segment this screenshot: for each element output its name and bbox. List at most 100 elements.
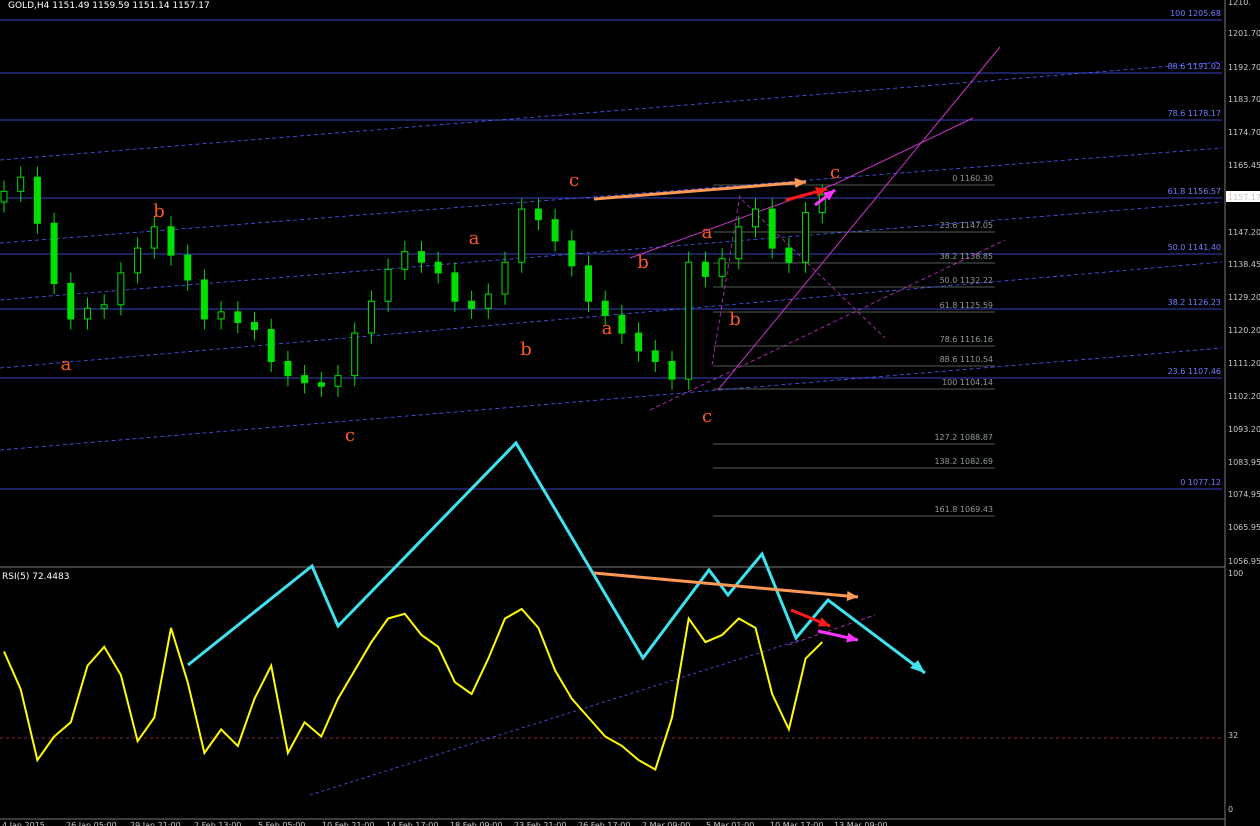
time-tick-label: 5 Mar 01:00 <box>706 821 754 826</box>
chart-area: 100 1205.68 88.6 1191.02 78.6 1178.17 61.8 … <box>0 0 1260 826</box>
candle-body <box>418 251 425 263</box>
symbol-title: GOLD,H4 1151.49 1159.59 1151.14 1157.17 <box>8 1 210 11</box>
candle-body <box>67 283 75 320</box>
candle-body <box>701 261 709 277</box>
price-tick-label: 1093.20 <box>1228 425 1260 434</box>
price-tick-label: 1183.70 <box>1228 95 1260 104</box>
candle-body <box>401 251 409 270</box>
wave-label: c <box>830 162 840 183</box>
rsi-title: RSI(5) 72.4483 <box>2 572 69 582</box>
candle-body <box>351 332 359 377</box>
candle-body <box>284 360 292 377</box>
time-tick-label: 2 Feb 13:00 <box>194 821 241 826</box>
price-tick-label: 1192.70 <box>1228 63 1260 72</box>
chart-background <box>0 0 1260 826</box>
candle-body <box>635 332 643 352</box>
fib-extension-label: 100 1104.14 <box>942 378 993 387</box>
wave-label: c <box>345 425 355 446</box>
fib-extension-label: 161.8 1069.43 <box>934 505 993 514</box>
candle-body <box>568 240 576 267</box>
candle-body <box>601 300 609 316</box>
rsi-tick-label: 32 <box>1228 731 1238 740</box>
candle-body <box>468 300 476 309</box>
candle-body <box>200 279 208 320</box>
candle-body <box>317 382 325 387</box>
price-tick-label: 1102.20 <box>1228 392 1260 401</box>
price-tick-label: 1138.45 <box>1228 260 1260 269</box>
candle-body <box>117 272 125 306</box>
candle-body <box>718 258 726 277</box>
time-tick-label: 18 Feb 09:00 <box>450 821 502 826</box>
price-tick-label: 1201.70 <box>1228 29 1260 38</box>
time-tick-label: 26 Jan 05:00 <box>66 821 117 826</box>
fib-level-label: 23.6 1107.46 <box>1168 367 1221 376</box>
time-tick-label: 5 Feb 05:00 <box>258 821 305 826</box>
fib-level-label: 78.6 1178.17 <box>1168 109 1221 118</box>
price-tick-label: 1083.95 <box>1228 458 1260 467</box>
wave-label: b <box>520 339 532 360</box>
time-tick-label: 13 Mar 09:00 <box>834 821 887 826</box>
time-tick-label: 14 Feb 17:00 <box>386 821 438 826</box>
wave-label: a <box>702 222 713 243</box>
candle-body <box>685 261 693 380</box>
candle-body <box>451 272 459 302</box>
price-tick-label: 1065.95 <box>1228 523 1260 532</box>
candle-body <box>551 219 559 242</box>
fib-level-label: 0 1077.12 <box>1180 478 1221 487</box>
candle-body <box>735 226 743 260</box>
fib-level-label: 88.6 1191.02 <box>1168 62 1221 71</box>
candle-body <box>184 254 192 281</box>
candle-body <box>334 375 342 387</box>
candle-body <box>651 350 659 362</box>
candle-body <box>167 226 175 256</box>
price-tick-label: 1111.20 <box>1228 359 1260 368</box>
time-tick-label: 10 Feb 21:00 <box>322 821 374 826</box>
price-tick-label: 1074.95 <box>1228 490 1260 499</box>
fib-extension-label: 61.8 1125.59 <box>940 301 993 310</box>
candle-body <box>785 247 793 263</box>
candle-body <box>501 261 509 295</box>
rsi-tick-label: 100 <box>1228 569 1243 578</box>
time-tick-label: 2 Mar 09:00 <box>642 821 690 826</box>
candle-body <box>618 314 626 334</box>
time-tick-label: 10 Mar 17:00 <box>770 821 823 826</box>
candle-body <box>484 293 492 309</box>
time-tick-label: 26 Feb 17:00 <box>578 821 630 826</box>
wave-label: a <box>469 228 480 249</box>
wave-label: c <box>702 406 712 427</box>
candle-body <box>752 208 759 228</box>
fib-extension-label: 50.0 1132.22 <box>940 276 993 285</box>
candle-body <box>585 265 592 302</box>
candle-body <box>534 208 542 221</box>
wave-label: b <box>729 309 741 330</box>
fib-extension-label: 38.2 1138.85 <box>940 252 993 261</box>
fib-extension-label: 78.6 1116.16 <box>940 335 993 344</box>
candle-body <box>84 307 91 320</box>
price-tick-label: 1056.95 <box>1228 557 1260 566</box>
fib-level-label: 50.0 1141.40 <box>1168 243 1221 252</box>
candle-body <box>301 375 309 384</box>
wave-label: c <box>569 170 579 191</box>
candle-body <box>134 247 142 274</box>
candle-body <box>17 176 25 192</box>
rsi-tick-label: 0 <box>1228 805 1233 814</box>
candle-body <box>668 360 676 380</box>
candle-body <box>434 261 442 274</box>
candle-body <box>518 208 526 263</box>
candle-body <box>234 311 242 323</box>
candle-body <box>768 208 776 249</box>
price-tick-label: 1157.17 <box>1228 193 1260 202</box>
candle-body <box>33 176 41 224</box>
fib-level-label: 100 1205.68 <box>1170 9 1221 18</box>
wave-label: b <box>637 252 649 273</box>
time-tick-label: 4 Jan 2015 <box>2 821 45 826</box>
candle-body <box>367 300 375 334</box>
time-tick-label: 23 Feb 21:00 <box>514 821 566 826</box>
fib-extension-label: 138.2 1082.69 <box>934 457 993 466</box>
price-tick-label: 1129.20 <box>1228 293 1260 302</box>
candle-body <box>251 321 258 331</box>
price-tick-label: 1174.70 <box>1228 128 1260 137</box>
candle-body <box>50 222 58 285</box>
wave-label: b <box>153 201 165 222</box>
candle-body <box>802 212 810 263</box>
